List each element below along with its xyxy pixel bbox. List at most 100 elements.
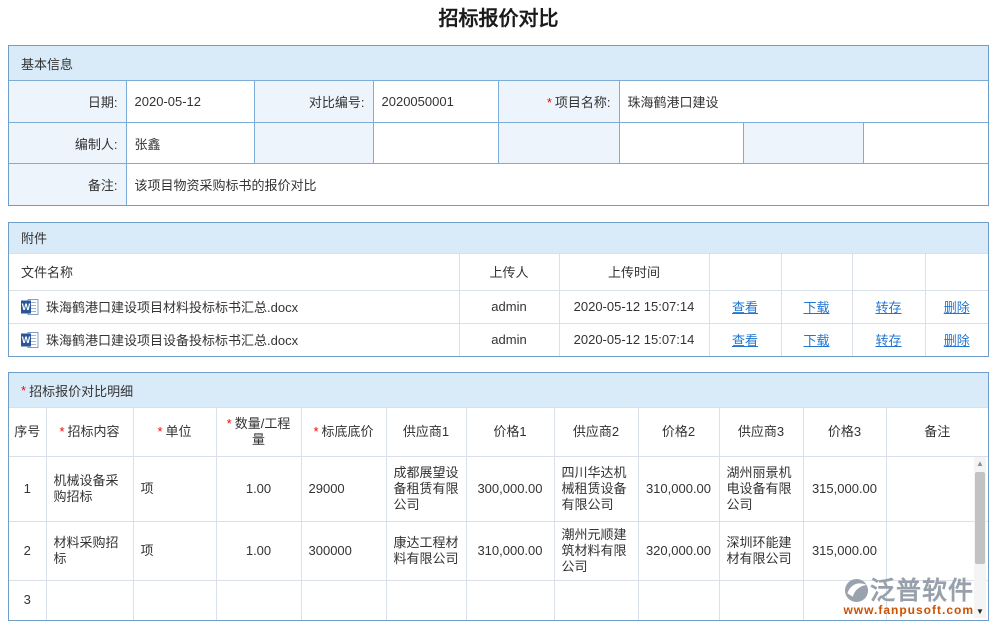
cell-qty: 1.00 xyxy=(216,522,301,581)
col-header-action-empty xyxy=(852,253,925,290)
col-header-content: * 招标内容 xyxy=(46,408,133,457)
scroll-down-button[interactable]: ▼ xyxy=(974,605,986,618)
cell-base-price xyxy=(301,581,386,620)
file-name-cell: W 珠海鹤港口建设项目材料投标标书汇总.docx xyxy=(9,290,459,323)
cell-content: 机械设备采购招标 xyxy=(46,457,133,522)
detail-table: 序号 *招标内容 *单位 *数量/工程量 *标底底价 供应商1 价格1 供应商2… xyxy=(9,407,988,620)
file-name-cell: W 珠海鹤港口建设项目设备投标标书汇总.docx xyxy=(9,323,459,356)
cell-price2: 310,000.00 xyxy=(638,457,719,522)
cell-price3: 315,000.00 xyxy=(803,522,886,581)
required-asterisk: * xyxy=(59,424,64,439)
cell-unit: 项 xyxy=(133,457,216,522)
cell-unit xyxy=(133,581,216,620)
required-asterisk: * xyxy=(227,416,232,431)
cell-content xyxy=(46,581,133,620)
view-cell: 查看 xyxy=(709,323,781,356)
transfer-cell: 转存 xyxy=(852,323,925,356)
required-asterisk: * xyxy=(157,424,162,439)
compiler-label: 编制人: xyxy=(9,123,126,164)
detail-row: 2 材料采购招标 项 1.00 300000 康达工程材料有限公司 310,00… xyxy=(9,522,988,581)
col-header-base-price-text: 标底底价 xyxy=(322,424,374,439)
empty-value-cell xyxy=(373,123,498,164)
uploader: admin xyxy=(459,290,559,323)
cell-price1: 310,000.00 xyxy=(466,522,554,581)
cell-seq: 1 xyxy=(9,457,46,522)
cell-supplier3 xyxy=(719,581,803,620)
col-header-base-price: * 标底底价 xyxy=(301,408,386,457)
empty-value-cell xyxy=(619,123,743,164)
scroll-up-button[interactable]: ▲ xyxy=(974,457,986,470)
delete-link[interactable]: 删除 xyxy=(944,333,970,348)
page-title: 招标报价对比 xyxy=(0,8,997,30)
cell-unit: 项 xyxy=(133,522,216,581)
view-link[interactable]: 查看 xyxy=(732,333,758,348)
col-header-price3: 价格3 xyxy=(803,408,886,457)
cell-supplier1 xyxy=(386,581,466,620)
transfer-cell: 转存 xyxy=(852,290,925,323)
empty-value-cell xyxy=(863,123,988,164)
download-link[interactable]: 下载 xyxy=(803,333,829,348)
cell-price2: 320,000.00 xyxy=(638,522,719,581)
attachments-panel: 附件 文件名称 上传人 上传时间 xyxy=(8,222,989,358)
empty-label-cell xyxy=(498,123,619,164)
col-header-qty-text: 数量/工程量 xyxy=(235,416,291,447)
required-asterisk: * xyxy=(313,424,318,439)
cell-supplier2 xyxy=(554,581,638,620)
attachments-header: 附件 xyxy=(9,223,988,253)
download-link[interactable]: 下载 xyxy=(803,300,829,315)
view-link[interactable]: 查看 xyxy=(732,300,758,315)
cell-remark xyxy=(886,457,988,522)
delete-link[interactable]: 删除 xyxy=(944,300,970,315)
col-header-seq: 序号 xyxy=(9,408,46,457)
required-asterisk: * xyxy=(21,383,26,398)
compare-no-value: 2020050001 xyxy=(373,81,498,123)
date-label: 日期: xyxy=(9,81,126,123)
col-header-supplier2: 供应商2 xyxy=(554,408,638,457)
cell-seq: 2 xyxy=(9,522,46,581)
cell-base-price: 300000 xyxy=(301,522,386,581)
transfer-link[interactable]: 转存 xyxy=(875,333,901,348)
col-header-action-empty xyxy=(925,253,988,290)
cell-supplier3: 湖州丽景机电设备有限公司 xyxy=(719,457,803,522)
download-cell: 下载 xyxy=(781,290,852,323)
cell-supplier1: 成都展望设备租赁有限公司 xyxy=(386,457,466,522)
remark-value: 该项目物资采购标书的报价对比 xyxy=(126,164,988,205)
detail-header-text: 招标报价对比明细 xyxy=(29,381,133,400)
transfer-link[interactable]: 转存 xyxy=(875,300,901,315)
scroll-thumb[interactable] xyxy=(975,472,985,564)
col-header-qty: *数量/工程量 xyxy=(216,408,301,457)
col-header-action-empty xyxy=(781,253,852,290)
col-header-action-empty xyxy=(709,253,781,290)
svg-text:W: W xyxy=(22,302,31,312)
cell-supplier1: 康达工程材料有限公司 xyxy=(386,522,466,581)
cell-remark xyxy=(886,522,988,581)
col-header-remark: 备注 xyxy=(886,408,988,457)
empty-label-cell xyxy=(743,123,863,164)
detail-row: 3 xyxy=(9,581,988,620)
col-header-supplier1: 供应商1 xyxy=(386,408,466,457)
delete-cell: 删除 xyxy=(925,290,988,323)
col-header-content-text: 招标内容 xyxy=(68,424,120,439)
brand-url: www.fanpusoft.com xyxy=(843,604,974,617)
attachment-row: W 珠海鹤港口建设项目设备投标标书汇总.docx admin 2020-05-1… xyxy=(9,323,988,356)
basic-info-panel: 基本信息 日期: 2020-05-12 对比编号: 2020050001 *项目… xyxy=(8,45,989,206)
col-header-uploader: 上传人 xyxy=(459,253,559,290)
brand-logo-icon xyxy=(844,578,869,603)
brand-watermark: 泛普软件 www.fanpusoft.com xyxy=(843,578,974,617)
cell-seq: 3 xyxy=(9,581,46,620)
delete-cell: 删除 xyxy=(925,323,988,356)
col-header-unit-text: 单位 xyxy=(166,424,192,439)
word-file-icon: W xyxy=(21,299,39,315)
detail-panel: * 招标报价对比明细 序号 *招标内容 *单位 *数量/工程量 *标底底价 供应… xyxy=(8,372,989,621)
col-header-price1: 价格1 xyxy=(466,408,554,457)
detail-header: * 招标报价对比明细 xyxy=(9,373,988,407)
col-header-unit: * 单位 xyxy=(133,408,216,457)
file-name: 珠海鹤港口建设项目材料投标标书汇总.docx xyxy=(46,297,298,316)
attachments-table: 文件名称 上传人 上传时间 W xyxy=(9,253,988,357)
vertical-scrollbar[interactable]: ▲ ▼ xyxy=(974,457,986,618)
upload-time: 2020-05-12 15:07:14 xyxy=(559,290,709,323)
brand-name: 泛普软件 xyxy=(870,578,974,604)
date-value: 2020-05-12 xyxy=(126,81,254,123)
basic-info-table: 日期: 2020-05-12 对比编号: 2020050001 *项目名称: 珠… xyxy=(9,80,988,205)
col-header-upload-time: 上传时间 xyxy=(559,253,709,290)
